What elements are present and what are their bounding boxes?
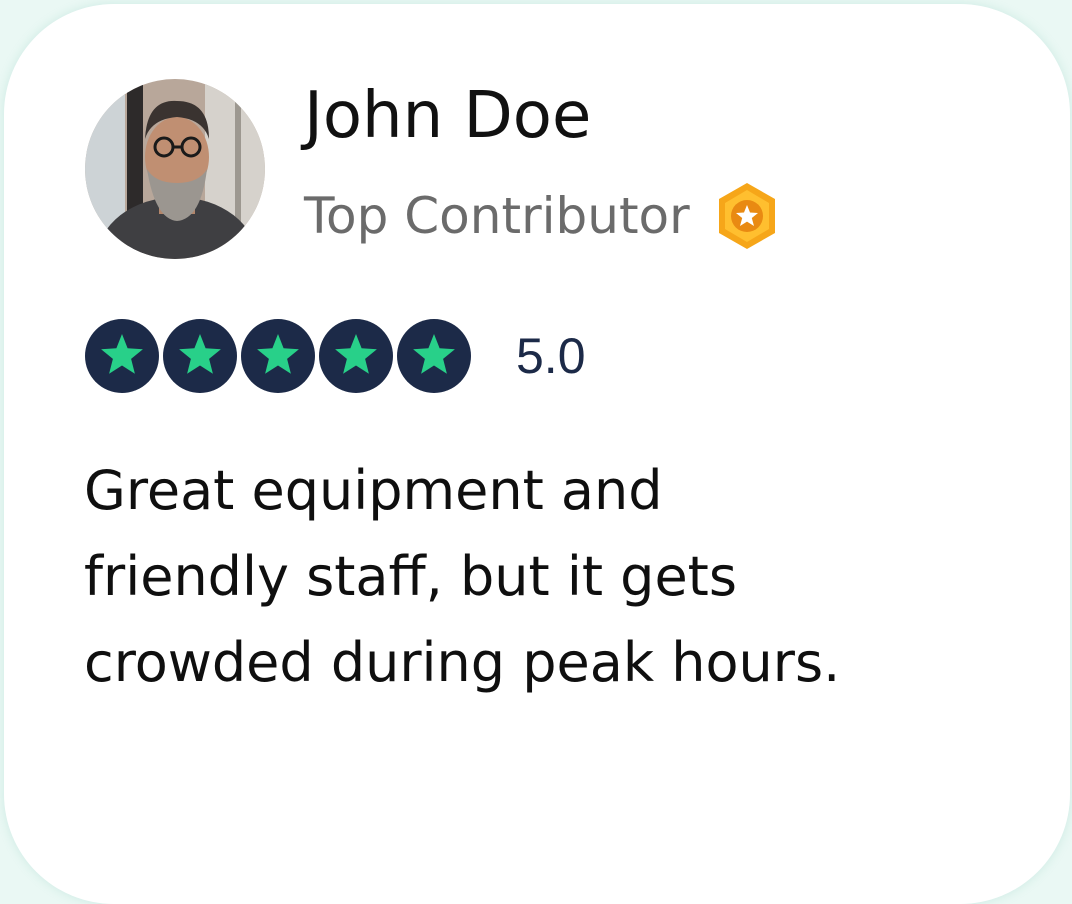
star-icon [85,319,159,393]
star-icon [163,319,237,393]
avatar [85,79,265,259]
reviewer-title-row: Top Contributor [304,180,778,252]
review-card: John Doe Top Contributor 5.0 Great equip… [4,4,1070,904]
star-icon [319,319,393,393]
star-icon [241,319,315,393]
reviewer-name: John Doe [304,79,592,153]
star-hexagon-badge-icon [718,183,775,249]
reviewer-title: Top Contributor [304,187,690,245]
star-rating [84,318,474,394]
star-icon [397,319,471,393]
rating-score: 5.0 [516,328,586,384]
review-text: Great equipment and friendly staff, but … [84,459,841,694]
rating-row: 5.0 [84,318,586,394]
